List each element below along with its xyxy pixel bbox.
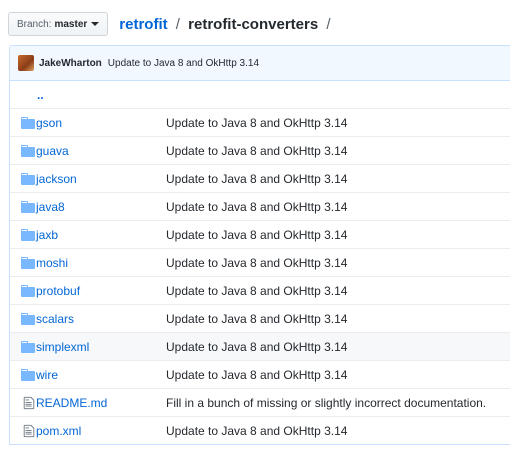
commit-message-link[interactable]: Update to Java 8 and OkHttp 3.14 [166, 116, 347, 130]
folder-icon [10, 172, 35, 185]
folder-icon [10, 284, 35, 297]
file-row[interactable]: jackson Update to Java 8 and OkHttp 3.14 [10, 164, 510, 192]
commit-message-link[interactable]: Update to Java 8 and OkHttp 3.14 [166, 228, 347, 242]
folder-link[interactable]: simplexml [36, 340, 89, 354]
file-row[interactable]: java8 Update to Java 8 and OkHttp 3.14 [10, 192, 510, 220]
file-link[interactable]: pom.xml [36, 424, 81, 438]
breadcrumb-trailing-separator: / [326, 15, 331, 33]
branch-label: Branch: [17, 18, 52, 30]
folder-link[interactable]: protobuf [36, 284, 80, 298]
breadcrumb-current-dir: retrofit-converters [188, 15, 319, 33]
parent-directory-row[interactable]: .. [10, 81, 510, 108]
commit-message-link[interactable]: Fill in a bunch of missing or slightly i… [166, 396, 486, 410]
file-icon [10, 424, 35, 438]
latest-commit-bar: JakeWharton Update to Java 8 and OkHttp … [10, 46, 510, 81]
repo-nav-bar: Branch: master retrofit / retrofit-conve… [8, 11, 508, 37]
branch-select-button[interactable]: Branch: master [8, 12, 109, 36]
commit-message-link[interactable]: Update to Java 8 and OkHttp 3.14 [166, 144, 347, 158]
avatar[interactable] [18, 55, 34, 71]
folder-icon [10, 228, 35, 241]
folder-icon [10, 144, 35, 157]
commit-message-link[interactable]: Update to Java 8 and OkHttp 3.14 [166, 172, 347, 186]
file-table: JakeWharton Update to Java 8 and OkHttp … [9, 45, 510, 445]
folder-link[interactable]: wire [36, 368, 58, 382]
folder-link[interactable]: jackson [36, 172, 77, 186]
commit-message-link[interactable]: Update to Java 8 and OkHttp 3.14 [166, 424, 347, 438]
folder-link[interactable]: gson [36, 116, 62, 130]
file-row[interactable]: gson Update to Java 8 and OkHttp 3.14 [10, 108, 510, 136]
folder-icon [10, 340, 35, 353]
file-row[interactable]: pom.xml Update to Java 8 and OkHttp 3.14 [10, 416, 510, 444]
commit-message-link[interactable]: Update to Java 8 and OkHttp 3.14 [166, 200, 347, 214]
folder-link[interactable]: java8 [36, 200, 65, 214]
file-row[interactable]: protobuf Update to Java 8 and OkHttp 3.14 [10, 276, 510, 304]
folder-icon [10, 256, 35, 269]
caret-down-icon [91, 22, 100, 26]
file-link[interactable]: README.md [36, 396, 107, 410]
commit-message-link[interactable]: Update to Java 8 and OkHttp 3.14 [166, 284, 347, 298]
breadcrumb: retrofit / retrofit-converters / [119, 16, 334, 33]
folder-icon [10, 368, 35, 381]
commit-author-link[interactable]: JakeWharton [39, 58, 102, 69]
parent-directory-link[interactable]: .. [37, 88, 44, 102]
folder-icon [10, 116, 35, 129]
file-row[interactable]: jaxb Update to Java 8 and OkHttp 3.14 [10, 220, 510, 248]
folder-link[interactable]: scalars [36, 312, 74, 326]
commit-message-link[interactable]: Update to Java 8 and OkHttp 3.14 [166, 340, 347, 354]
commit-message-link[interactable]: Update to Java 8 and OkHttp 3.14 [108, 58, 259, 69]
breadcrumb-repo-link[interactable]: retrofit [119, 16, 167, 33]
file-row[interactable]: moshi Update to Java 8 and OkHttp 3.14 [10, 248, 510, 276]
file-row[interactable]: simplexml Update to Java 8 and OkHttp 3.1… [10, 332, 510, 360]
commit-message-link[interactable]: Update to Java 8 and OkHttp 3.14 [166, 312, 347, 326]
commit-message-link[interactable]: Update to Java 8 and OkHttp 3.14 [166, 368, 347, 382]
folder-icon [10, 312, 35, 325]
file-row[interactable]: README.md Fill in a bunch of missing or s… [10, 388, 510, 416]
commit-message-link[interactable]: Update to Java 8 and OkHttp 3.14 [166, 256, 347, 270]
breadcrumb-separator: / [175, 15, 180, 33]
folder-link[interactable]: moshi [36, 256, 68, 270]
file-icon [10, 396, 35, 410]
branch-name: master [54, 18, 88, 30]
folder-link[interactable]: jaxb [36, 228, 58, 242]
file-list: .. gson Update to Java 8 and OkHttp 3.14 g… [10, 81, 510, 444]
folder-icon [10, 200, 35, 213]
file-row[interactable]: guava Update to Java 8 and OkHttp 3.14 [10, 136, 510, 164]
folder-link[interactable]: guava [36, 144, 69, 158]
file-row[interactable]: wire Update to Java 8 and OkHttp 3.14 [10, 360, 510, 388]
file-row[interactable]: scalars Update to Java 8 and OkHttp 3.14 [10, 304, 510, 332]
